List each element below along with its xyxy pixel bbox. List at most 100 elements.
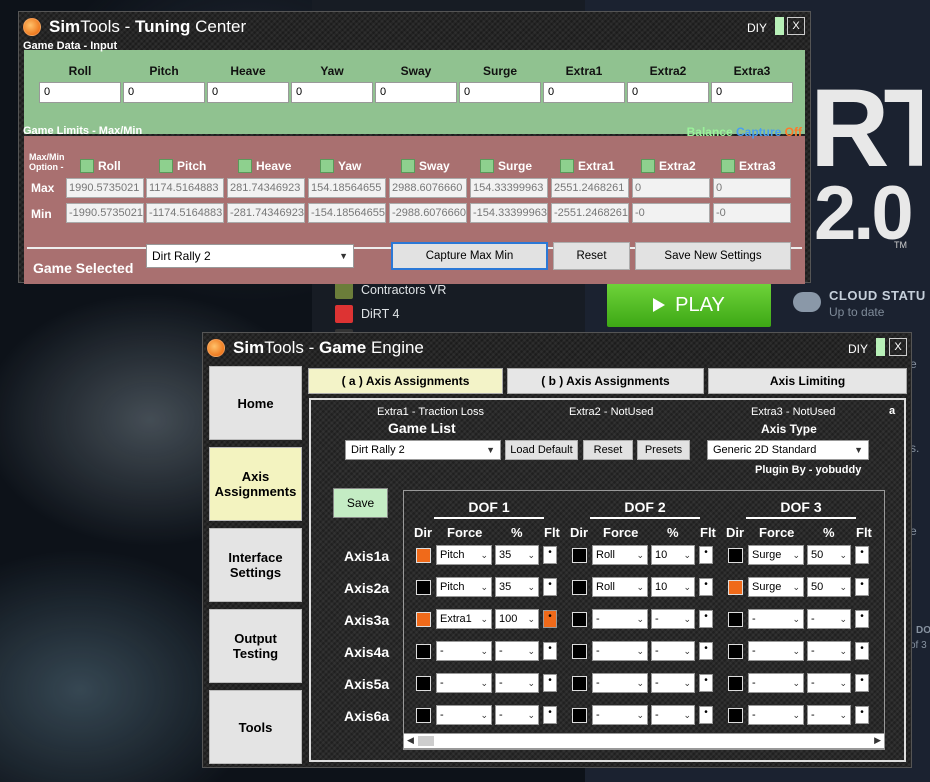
flt-toggle[interactable]: •: [543, 578, 557, 596]
input-pitch[interactable]: 0: [123, 82, 205, 103]
force-select[interactable]: Pitch ⌄: [436, 577, 492, 597]
dir-checkbox[interactable]: [572, 580, 587, 595]
force-select[interactable]: Pitch ⌄: [436, 545, 492, 565]
flt-toggle[interactable]: •: [855, 674, 869, 692]
dir-checkbox[interactable]: [416, 708, 431, 723]
checkbox[interactable]: [320, 159, 334, 173]
force-select[interactable]: - ⌄: [592, 705, 648, 725]
limit-option-extra2[interactable]: Extra2: [641, 159, 696, 173]
input-roll[interactable]: 0: [39, 82, 121, 103]
percent-select[interactable]: 50 ⌄: [807, 577, 851, 597]
percent-select[interactable]: - ⌄: [651, 673, 695, 693]
dir-checkbox[interactable]: [572, 708, 587, 723]
percent-select[interactable]: - ⌄: [495, 673, 539, 693]
force-select[interactable]: - ⌄: [436, 641, 492, 661]
flt-toggle[interactable]: •: [543, 546, 557, 564]
capture-max-min-button[interactable]: Capture Max Min: [391, 242, 548, 270]
percent-select[interactable]: - ⌄: [807, 673, 851, 693]
save-button[interactable]: Save: [333, 488, 388, 518]
nav-home[interactable]: Home: [209, 366, 302, 440]
close-button[interactable]: X: [889, 338, 907, 356]
flt-toggle[interactable]: •: [855, 706, 869, 724]
flt-toggle[interactable]: •: [543, 610, 557, 628]
flt-toggle[interactable]: •: [543, 674, 557, 692]
force-select[interactable]: Surge ⌄: [748, 545, 804, 565]
input-surge[interactable]: 0: [459, 82, 541, 103]
input-extra1[interactable]: 0: [543, 82, 625, 103]
force-select[interactable]: - ⌄: [436, 705, 492, 725]
checkbox[interactable]: [560, 159, 574, 173]
max-yaw-field[interactable]: 154.18564655: [308, 178, 386, 198]
percent-select[interactable]: 10 ⌄: [651, 545, 695, 565]
percent-select[interactable]: - ⌄: [495, 641, 539, 661]
dir-checkbox[interactable]: [416, 580, 431, 595]
dir-checkbox[interactable]: [572, 676, 587, 691]
max-pitch-field[interactable]: 1174.5164883: [146, 178, 224, 198]
save-new-settings-button[interactable]: Save New Settings: [635, 242, 791, 270]
input-heave[interactable]: 0: [207, 82, 289, 103]
percent-select[interactable]: 35 ⌄: [495, 545, 539, 565]
force-select[interactable]: Extra1 ⌄: [436, 609, 492, 629]
limit-option-extra1[interactable]: Extra1: [560, 159, 615, 173]
max-roll-field[interactable]: 1990.5735021: [66, 178, 144, 198]
limit-option-roll[interactable]: Roll: [80, 159, 121, 173]
flt-toggle[interactable]: •: [699, 642, 713, 660]
force-select[interactable]: - ⌄: [748, 673, 804, 693]
checkbox[interactable]: [238, 159, 252, 173]
dir-checkbox[interactable]: [728, 580, 743, 595]
dir-checkbox[interactable]: [728, 612, 743, 627]
flt-toggle[interactable]: •: [699, 578, 713, 596]
percent-select[interactable]: 100 ⌄: [495, 609, 539, 629]
min-extra3-field[interactable]: -0: [713, 203, 791, 223]
percent-select[interactable]: - ⌄: [807, 641, 851, 661]
force-select[interactable]: Roll ⌄: [592, 577, 648, 597]
close-button[interactable]: X: [787, 17, 805, 35]
limit-option-sway[interactable]: Sway: [401, 159, 450, 173]
dir-checkbox[interactable]: [416, 548, 431, 563]
dir-checkbox[interactable]: [728, 644, 743, 659]
diy-indicator[interactable]: [876, 338, 885, 356]
checkbox[interactable]: [480, 159, 494, 173]
force-select[interactable]: - ⌄: [592, 641, 648, 661]
percent-select[interactable]: 10 ⌄: [651, 577, 695, 597]
horizontal-scrollbar[interactable]: ◀ ▶: [403, 733, 885, 749]
balance-capture-status[interactable]: Balance Capture Off: [687, 125, 802, 139]
force-select[interactable]: Roll ⌄: [592, 545, 648, 565]
flt-toggle[interactable]: •: [699, 674, 713, 692]
force-select[interactable]: Surge ⌄: [748, 577, 804, 597]
checkbox[interactable]: [401, 159, 415, 173]
max-sway-field[interactable]: 2988.6076660: [389, 178, 467, 198]
max-surge-field[interactable]: 154.33399963: [470, 178, 548, 198]
flt-toggle[interactable]: •: [855, 578, 869, 596]
nav-output-testing[interactable]: Output Testing: [209, 609, 302, 683]
nav-interface-settings[interactable]: Interface Settings: [209, 528, 302, 602]
min-extra2-field[interactable]: -0: [632, 203, 710, 223]
reset-button[interactable]: Reset: [553, 242, 630, 270]
diy-indicator[interactable]: [775, 17, 784, 35]
flt-toggle[interactable]: •: [855, 642, 869, 660]
play-button[interactable]: PLAY: [607, 283, 771, 327]
input-sway[interactable]: 0: [375, 82, 457, 103]
nav-axis-assignments[interactable]: Axis Assignments: [209, 447, 302, 521]
limit-option-extra3[interactable]: Extra3: [721, 159, 776, 173]
dir-checkbox[interactable]: [416, 612, 431, 627]
max-extra2-field[interactable]: 0: [632, 178, 710, 198]
force-select[interactable]: - ⌄: [592, 673, 648, 693]
flt-toggle[interactable]: •: [699, 610, 713, 628]
checkbox[interactable]: [641, 159, 655, 173]
scroll-right-icon[interactable]: ▶: [874, 735, 881, 746]
input-extra3[interactable]: 0: [711, 82, 793, 103]
max-extra1-field[interactable]: 2551.2468261: [551, 178, 629, 198]
scroll-thumb[interactable]: [418, 736, 434, 746]
max-heave-field[interactable]: 281.74346923: [227, 178, 305, 198]
limit-option-yaw[interactable]: Yaw: [320, 159, 361, 173]
min-roll-field[interactable]: -1990.5735021: [66, 203, 144, 223]
force-select[interactable]: - ⌄: [748, 705, 804, 725]
input-extra2[interactable]: 0: [627, 82, 709, 103]
input-yaw[interactable]: 0: [291, 82, 373, 103]
flt-toggle[interactable]: •: [543, 706, 557, 724]
game-selected-dropdown[interactable]: Dirt Rally 2 ▼: [146, 244, 354, 268]
dir-checkbox[interactable]: [572, 612, 587, 627]
steam-game-item[interactable]: DiRT 4: [335, 302, 585, 326]
limit-option-pitch[interactable]: Pitch: [159, 159, 206, 173]
